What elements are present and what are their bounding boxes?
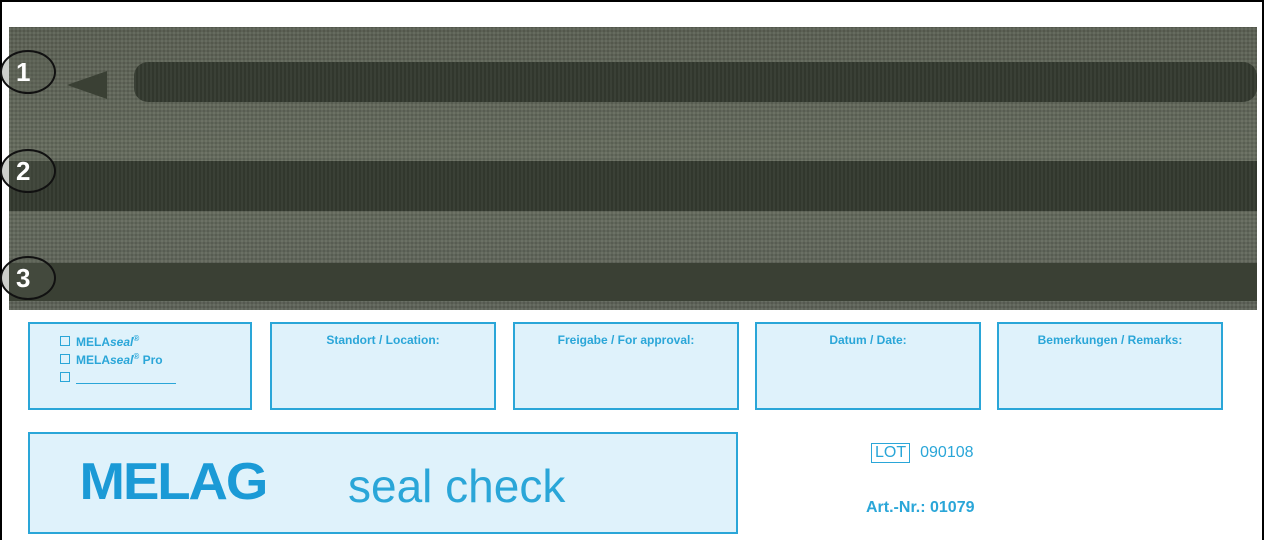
remarks-label: Bemerkungen / Remarks: xyxy=(1037,333,1183,347)
seal-marker-3: 3 xyxy=(0,256,56,300)
seal-sample-photo xyxy=(9,27,1257,310)
seal-marker-number: 1 xyxy=(16,57,31,87)
date-box[interactable]: Datum / Date: xyxy=(755,322,981,410)
approval-label: Freigabe / For approval: xyxy=(557,333,695,347)
remarks-box[interactable]: Bemerkungen / Remarks: xyxy=(997,322,1223,410)
date-label: Datum / Date: xyxy=(829,333,907,347)
product-option-other[interactable] xyxy=(60,371,176,385)
registered-mark: ® xyxy=(133,334,140,343)
melag-logo: MELAG xyxy=(79,453,269,511)
lot-value: 090108 xyxy=(920,444,974,461)
seal-seam-2 xyxy=(9,161,1257,211)
brand-panel: MELAG seal check xyxy=(28,432,738,534)
product-brand: MELA xyxy=(76,335,110,349)
location-label: Standort / Location: xyxy=(326,333,440,347)
lot-label: LOT xyxy=(871,443,911,463)
product-extra: Pro xyxy=(139,353,163,367)
article-number: Art.-Nr.: 01079 xyxy=(866,499,975,516)
seal-marker-2: 2 xyxy=(0,149,56,193)
product-option-melaseal[interactable]: MELAseal® xyxy=(60,334,139,349)
product-name: seal check xyxy=(348,460,566,512)
seal-marker-1: 1 xyxy=(0,50,56,94)
seal-seam-1-tip xyxy=(67,71,107,99)
seal-marker-number: 2 xyxy=(16,156,31,186)
blank-write-in-line[interactable] xyxy=(76,373,176,384)
seal-seam-3 xyxy=(9,263,1257,301)
product-option-melaseal-pro[interactable]: MELAseal® Pro xyxy=(60,352,163,367)
product-suffix: seal xyxy=(110,353,134,367)
product-brand: MELA xyxy=(76,353,110,367)
lot-number: LOT 090108 xyxy=(871,443,974,463)
seal-seam-1 xyxy=(134,62,1257,102)
location-box[interactable]: Standort / Location: xyxy=(270,322,496,410)
seal-marker-number: 3 xyxy=(16,263,31,293)
product-selection-box: MELAseal® MELAseal® Pro xyxy=(28,322,252,410)
checkbox[interactable] xyxy=(60,354,70,364)
product-suffix: seal xyxy=(110,335,134,349)
approval-box[interactable]: Freigabe / For approval: xyxy=(513,322,739,410)
checkbox[interactable] xyxy=(60,336,70,346)
checkbox[interactable] xyxy=(60,372,70,382)
